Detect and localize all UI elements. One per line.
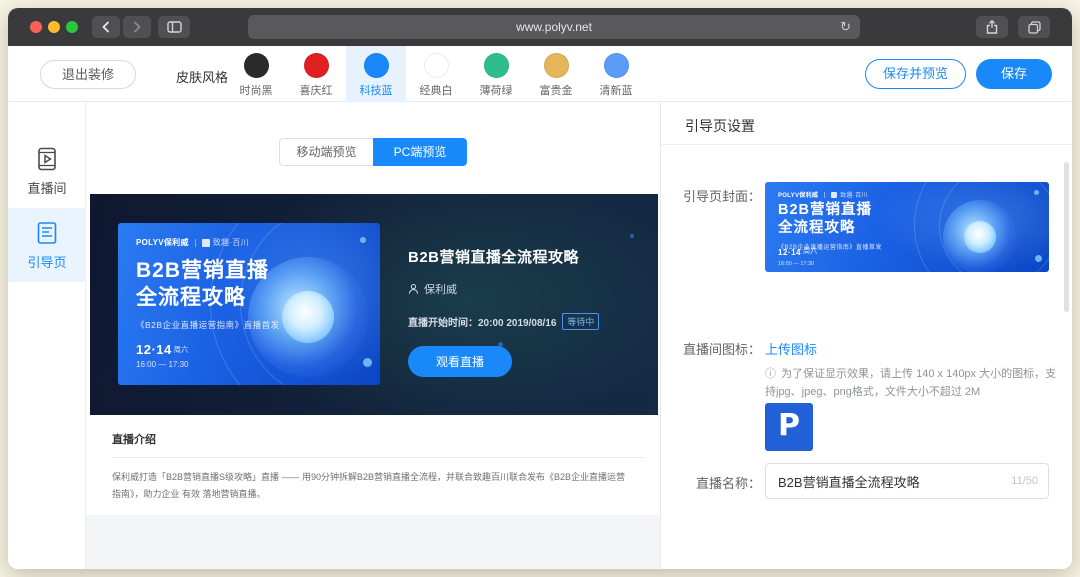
upload-icon-link[interactable]: 上传图标 (765, 339, 817, 358)
skin-swatch-black[interactable]: 时尚黑 (226, 46, 286, 102)
decor-dot (1035, 255, 1042, 262)
icon-upload-hint: ⓘ 为了保证显示效果，请上传 140 x 140px 大小的图标，支持jpg、j… (765, 365, 1061, 401)
browser-chrome: www.polyv.net ↻ (8, 8, 1072, 46)
divider (824, 192, 825, 198)
share-button[interactable] (976, 16, 1008, 38)
gold-swatch-dot (544, 53, 569, 78)
nav-buttons (92, 16, 154, 38)
watch-live-button[interactable]: 观看直播 (408, 346, 512, 377)
poster-brand-row: POLYV保利威 致趣·百川 (136, 237, 249, 248)
intro-body-text: 保利威打造「B2B营销直播S级攻略」直播 —— 用90分钟拆解B2B营销直播全流… (112, 469, 634, 503)
green-swatch-dot (484, 53, 509, 78)
light-blue-swatch-dot (604, 53, 629, 78)
page-background (86, 515, 660, 569)
person-icon (408, 283, 419, 295)
disc-core (964, 221, 996, 253)
guide-page-settings-panel: 引导页设置 引导页封面： POLYV保利威 致趣·百川 B2B营销直播 全流程攻… (660, 102, 1072, 569)
skin-swatch-white[interactable]: 经典白 (406, 46, 466, 102)
guide-cover-thumbnail[interactable]: POLYV保利威 致趣·百川 B2B营销直播 全流程攻略 《B2B企业直播运营指… (765, 182, 1049, 272)
skin-swatch-red[interactable]: 喜庆红 (286, 46, 346, 102)
poster-title: B2B营销直播 全流程攻略 (778, 201, 872, 237)
preview-device-tabs: 移动端预览 PC端预览 (279, 138, 467, 166)
live-name-input[interactable] (766, 464, 1048, 498)
info-icon: ⓘ (765, 368, 776, 380)
browser-window: www.polyv.net ↻ 退出装修 皮肤风格 时尚黑 喜庆红 科技蓝 (8, 8, 1072, 569)
start-time-text: 直播开始时间：20:00 2019/08/16 (408, 314, 556, 329)
skin-swatch-gold[interactable]: 富贵金 (526, 46, 586, 102)
start-time-row: 直播开始时间：20:00 2019/08/16 等待中 (408, 313, 599, 330)
poster-title: B2B营销直播 全流程攻略 (136, 257, 269, 312)
sidebar-item-live-room[interactable]: 直播间 (8, 134, 86, 208)
skin-swatch-tech-blue[interactable]: 科技蓝 (346, 46, 406, 102)
save-button[interactable]: 保存 (976, 59, 1052, 89)
partner-logo-text: 致趣·百川 (213, 237, 249, 248)
skin-style-label: 皮肤风格 (176, 67, 228, 86)
skin-swatches: 时尚黑 喜庆红 科技蓝 经典白 薄荷绿 富贵金 (226, 46, 646, 102)
forward-button[interactable] (123, 16, 151, 38)
decor-dot (363, 358, 372, 367)
intro-heading: 直播介绍 (112, 431, 156, 447)
live-title: B2B营销直播全流程攻略 (408, 246, 599, 267)
partner-logo-text: 致趣·百川 (840, 190, 868, 199)
live-intro-section: 直播介绍 保利威打造「B2B营销直播S级攻略」直播 —— 用90分钟拆解B2B营… (90, 415, 658, 515)
close-window-button[interactable] (30, 21, 42, 33)
guide-page-hero: POLYV保利威 致趣·百川 B2B营销直播 全流程攻略 《B2B企业直播运营指… (90, 194, 658, 415)
host-row: 保利威 (408, 281, 599, 297)
room-icon-preview: P (765, 403, 813, 451)
blue-swatch-dot (364, 53, 389, 78)
divider (112, 457, 644, 458)
live-cover-poster: POLYV保利威 致趣·百川 B2B营销直播 全流程攻略 《B2B企业直播运营指… (118, 223, 380, 385)
cover-label: 引导页封面： (671, 186, 761, 205)
preview-area: 移动端预览 PC端预览 POLYV保利威 致趣·百川 (86, 102, 660, 569)
host-name: 保利威 (424, 281, 457, 297)
live-name-label: 直播名称： (671, 473, 761, 492)
decor-dot (630, 234, 634, 238)
room-icon-label: 直播间图标： (671, 339, 761, 358)
tab-mobile-preview[interactable]: 移动端预览 (279, 138, 373, 166)
address-bar[interactable]: www.polyv.net ↻ (248, 15, 860, 39)
black-swatch-dot (244, 53, 269, 78)
skin-swatch-green[interactable]: 薄荷绿 (466, 46, 526, 102)
poster-date: 12·14周六 16:00 — 17:30 (778, 242, 817, 267)
partner-logo-icon (202, 239, 210, 247)
poster-subtitle: 《B2B企业直播运营指南》直播首发 (136, 319, 280, 331)
back-button[interactable] (92, 16, 120, 38)
show-tabs-button[interactable] (1018, 16, 1050, 38)
live-name-field: 11/50 (765, 463, 1049, 499)
poster-date: 12·14周六 16:00 — 17:30 (136, 341, 188, 369)
decor-dot (360, 237, 366, 243)
refresh-icon[interactable]: ↻ (840, 15, 851, 39)
polyv-logo-text: POLYV保利威 (136, 237, 189, 248)
white-swatch-dot (424, 53, 449, 78)
polyv-logo-text: POLYV保利威 (778, 190, 818, 199)
disc-core (282, 291, 334, 343)
page-sidebar: 直播间 引导页 (8, 102, 86, 569)
live-name-counter: 11/50 (1011, 464, 1038, 498)
decor-dot (1034, 190, 1039, 195)
divider (661, 144, 1072, 145)
partner-logo-icon (831, 192, 837, 198)
panel-scrollbar[interactable] (1064, 162, 1069, 312)
url-text: www.polyv.net (516, 20, 592, 34)
tab-pc-preview[interactable]: PC端预览 (373, 138, 467, 166)
status-badge: 等待中 (562, 313, 599, 330)
poster-brand-row: POLYV保利威 致趣·百川 (778, 190, 868, 199)
red-swatch-dot (304, 53, 329, 78)
decoration-toolbar: 退出装修 皮肤风格 时尚黑 喜庆红 科技蓝 经典白 薄荷绿 (8, 46, 1072, 102)
sidebar-toggle-button[interactable] (158, 16, 190, 38)
skin-swatch-light-blue[interactable]: 清新蓝 (586, 46, 646, 102)
exit-decoration-button[interactable]: 退出装修 (40, 60, 136, 89)
live-info-block: B2B营销直播全流程攻略 保利威 直播开始时间：20:00 2019/08/16… (408, 246, 599, 377)
settings-title: 引导页设置 (685, 116, 755, 136)
minimize-window-button[interactable] (48, 21, 60, 33)
sidebar-item-guide-page[interactable]: 引导页 (8, 208, 86, 282)
zoom-window-button[interactable] (66, 21, 78, 33)
live-room-icon (34, 146, 60, 172)
save-and-preview-button[interactable]: 保存并预览 (865, 59, 966, 89)
guide-page-icon (34, 220, 60, 246)
divider (195, 239, 196, 247)
